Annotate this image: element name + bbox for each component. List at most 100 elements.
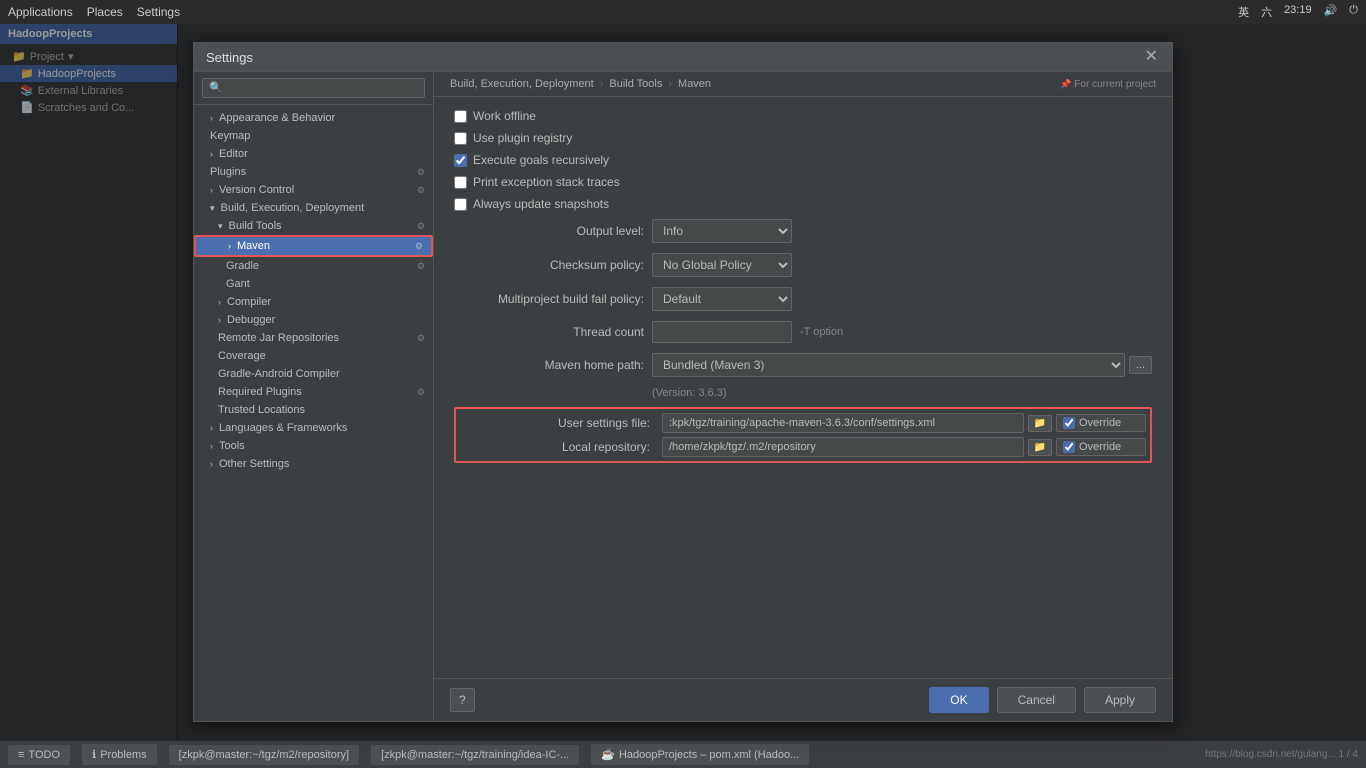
arrow-icon: › [210, 459, 213, 469]
nav-label: Languages & Frameworks [219, 422, 347, 434]
sidebar-item-tools[interactable]: › Tools [194, 437, 433, 455]
sidebar-item-gradle[interactable]: Gradle ⚙ [194, 257, 433, 275]
close-button[interactable]: ✕ [1143, 49, 1160, 65]
todo-label: TODO [28, 749, 60, 761]
sidebar-item-editor[interactable]: › Editor [194, 145, 433, 163]
override-section: User settings file: 📁 Override Lo [454, 407, 1152, 463]
ide-area: HadoopProjects 📁 Project ▾ 📁 HadoopProje… [0, 24, 1366, 740]
local-repo-override-label[interactable]: Override [1079, 441, 1121, 453]
always-update-checkbox[interactable] [454, 198, 467, 211]
sidebar-item-appearance[interactable]: › Appearance & Behavior [194, 109, 433, 127]
sidebar-item-other[interactable]: › Other Settings [194, 455, 433, 473]
project-tab-icon: ☕ [601, 748, 615, 761]
arrow-icon: ▾ [210, 203, 215, 214]
user-settings-input[interactable] [662, 413, 1024, 433]
arrow-icon: › [210, 423, 213, 433]
search-input[interactable] [202, 78, 425, 98]
dialog-content: Build, Execution, Deployment › Build Too… [434, 72, 1172, 721]
sidebar-item-plugins[interactable]: Plugins ⚙ [194, 163, 433, 181]
maven-version-info: (Version: 3.6.3) [652, 387, 1152, 399]
local-repo-override-checkbox[interactable] [1063, 441, 1075, 453]
volume-icon[interactable]: 🔊 [1324, 4, 1338, 20]
tab-terminal1[interactable]: [zkpk@master:~/tgz/m2/repository] [169, 745, 359, 765]
sidebar-item-vcs[interactable]: › Version Control ⚙ [194, 181, 433, 199]
sidebar-item-maven[interactable]: › Maven ⚙ [194, 235, 433, 257]
work-offline-row: Work offline [454, 109, 1152, 123]
use-plugin-registry-checkbox[interactable] [454, 132, 467, 145]
terminal1-label: [zkpk@master:~/tgz/m2/repository] [179, 749, 349, 761]
output-level-select[interactable]: Info Debug Warning Error [652, 219, 792, 243]
sidebar-item-gant[interactable]: Gant [194, 275, 433, 293]
sidebar-item-gradle-android[interactable]: Gradle-Android Compiler [194, 365, 433, 383]
nav-label: Build Tools [229, 220, 282, 232]
time-display: 23:19 [1284, 4, 1312, 20]
sidebar-item-remote-jar[interactable]: Remote Jar Repositories ⚙ [194, 329, 433, 347]
print-exception-label[interactable]: Print exception stack traces [454, 175, 620, 189]
breadcrumb-part1: Build, Execution, Deployment [450, 78, 594, 90]
sidebar-item-build[interactable]: ▾ Build, Execution, Deployment [194, 199, 433, 217]
places-menu[interactable]: Places [87, 5, 123, 19]
print-exception-checkbox[interactable] [454, 176, 467, 189]
execute-goals-row: Execute goals recursively [454, 153, 1152, 167]
execute-goals-label[interactable]: Execute goals recursively [454, 153, 609, 167]
nav-label: Build, Execution, Deployment [221, 202, 365, 214]
settings-icon: ⚙ [417, 221, 425, 232]
dialog-body: › Appearance & Behavior Keymap › Editor … [194, 72, 1172, 721]
work-offline-text: Work offline [473, 109, 536, 123]
lang-indicator: 英 [1238, 4, 1249, 20]
ok-button[interactable]: OK [929, 687, 988, 713]
nav-label: Trusted Locations [218, 404, 305, 416]
work-offline-label[interactable]: Work offline [454, 109, 536, 123]
local-repo-browse-button[interactable]: 📁 [1028, 439, 1052, 456]
multiproject-policy-select[interactable]: Default Fail At End Never Fail Fail Fast [652, 287, 792, 311]
thread-count-input[interactable] [652, 321, 792, 343]
sidebar-item-languages[interactable]: › Languages & Frameworks [194, 419, 433, 437]
nav-label: Version Control [219, 184, 294, 196]
settings-icon: ⚙ [417, 167, 425, 178]
cancel-button[interactable]: Cancel [997, 687, 1076, 713]
use-plugin-registry-label[interactable]: Use plugin registry [454, 131, 572, 145]
settings-menu[interactable]: Settings [137, 5, 180, 19]
sidebar-item-keymap[interactable]: Keymap [194, 127, 433, 145]
nav-label: Maven [237, 240, 270, 252]
user-settings-browse-button[interactable]: 📁 [1028, 415, 1052, 432]
settings-icon: ⚙ [417, 185, 425, 196]
nav-label: Tools [219, 440, 245, 452]
user-settings-override-checkbox[interactable] [1063, 417, 1075, 429]
tab-problems[interactable]: ℹ Problems [82, 744, 157, 765]
day-indicator: 六 [1261, 4, 1272, 20]
execute-goals-checkbox[interactable] [454, 154, 467, 167]
sys-info: 英 六 23:19 🔊 ⏻ [1238, 4, 1358, 20]
tab-project[interactable]: ☕ HadoopProjects – pom.xml (Hadoo... [591, 744, 809, 765]
maven-home-select[interactable]: Bundled (Maven 3) Use Maven wrapper [652, 353, 1125, 377]
sidebar-item-required-plugins[interactable]: Required Plugins ⚙ [194, 383, 433, 401]
applications-menu[interactable]: Applications [8, 5, 73, 19]
tab-terminal2[interactable]: [zkpk@master:~/tgz/training/idea-IC-... [371, 745, 579, 765]
settings-icon: ⚙ [417, 333, 425, 344]
nav-label: Debugger [227, 314, 275, 326]
work-offline-checkbox[interactable] [454, 110, 467, 123]
output-level-label: Output level: [454, 224, 644, 238]
sidebar-item-compiler[interactable]: › Compiler [194, 293, 433, 311]
maven-home-controls: Bundled (Maven 3) Use Maven wrapper ... [652, 353, 1152, 377]
sidebar-item-debugger[interactable]: › Debugger [194, 311, 433, 329]
sidebar-item-trusted-locations[interactable]: Trusted Locations [194, 401, 433, 419]
dialog-titlebar: Settings ✕ [194, 43, 1172, 72]
app-menu: Applications Places Settings [8, 5, 180, 19]
sidebar-item-build-tools[interactable]: ▾ Build Tools ⚙ [194, 217, 433, 235]
local-repo-input[interactable] [662, 437, 1024, 457]
help-button[interactable]: ? [450, 688, 475, 712]
tab-todo[interactable]: ≡ TODO [8, 745, 70, 765]
multiproject-policy-label: Multiproject build fail policy: [454, 292, 644, 306]
multiproject-policy-row: Multiproject build fail policy: Default … [454, 287, 1152, 311]
arrow-icon: › [210, 113, 213, 123]
sidebar-item-coverage[interactable]: Coverage [194, 347, 433, 365]
apply-button[interactable]: Apply [1084, 687, 1156, 713]
arrow-icon: › [210, 185, 213, 195]
nav-label: Appearance & Behavior [219, 112, 335, 124]
always-update-label[interactable]: Always update snapshots [454, 197, 609, 211]
checksum-policy-select[interactable]: No Global Policy Fail Warn [652, 253, 792, 277]
user-settings-override-label[interactable]: Override [1079, 417, 1121, 429]
maven-home-browse-button[interactable]: ... [1129, 356, 1152, 374]
power-icon[interactable]: ⏻ [1349, 4, 1358, 20]
